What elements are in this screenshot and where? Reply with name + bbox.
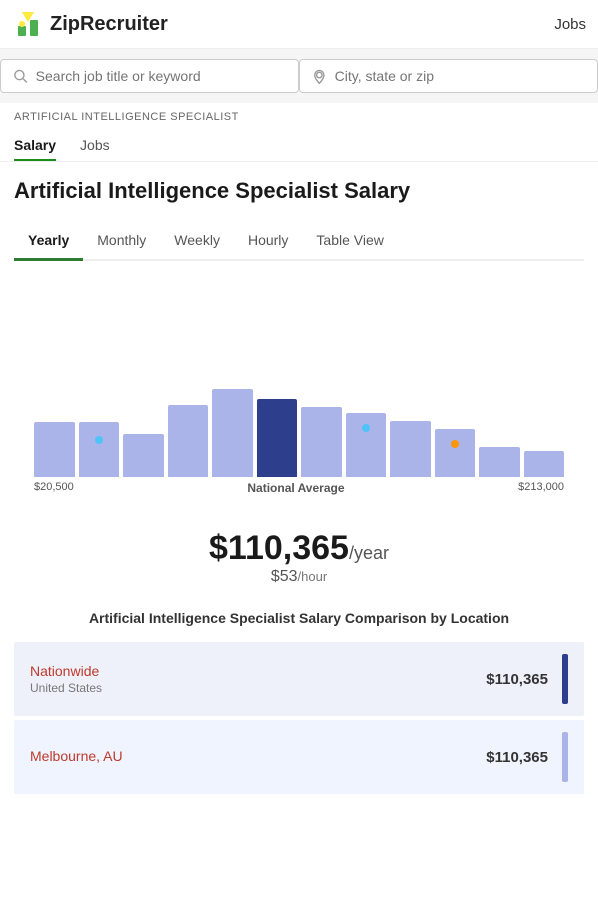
logo-text: ZipRecruiter [50, 13, 168, 36]
header: ZipRecruiter Jobs [0, 0, 598, 49]
bar-10 [435, 429, 476, 477]
tab-weekly[interactable]: Weekly [160, 224, 234, 259]
tab-hourly[interactable]: Hourly [234, 224, 302, 259]
page-title: Artificial Intelligence Specialist Salar… [14, 178, 584, 204]
job-search-container [0, 59, 299, 93]
location-info-2: Melbourne, AU [30, 748, 123, 766]
location-name-2: Melbourne, AU [30, 748, 123, 764]
bar-3 [123, 434, 164, 477]
bar-7 [301, 407, 342, 477]
bar-2 [79, 422, 120, 477]
logo: ZipRecruiter [12, 8, 168, 40]
comparison-title: Artificial Intelligence Specialist Salar… [14, 610, 584, 626]
salary-sub: $53/hour [14, 568, 584, 586]
location-search-input[interactable] [335, 68, 585, 84]
comparison-salary: $110,365 [486, 671, 548, 688]
salary-display: $110,365/year $53/hour [14, 529, 584, 586]
page-tabs: Salary Jobs [0, 131, 598, 162]
tab-monthly[interactable]: Monthly [83, 224, 160, 259]
period-tabs: Yearly Monthly Weekly Hourly Table View [14, 224, 584, 261]
comparison-salary-2: $110,365 [486, 749, 548, 766]
bar-6-highlight [257, 399, 298, 477]
jobs-link[interactable]: Jobs [554, 16, 586, 33]
tab-salary[interactable]: Salary [14, 131, 56, 161]
comparison-row-melbourne: Melbourne, AU $110,365 [14, 720, 584, 794]
salary-main: $110,365/year [14, 529, 584, 568]
breadcrumb: ARTIFICIAL INTELLIGENCE SPECIALIST [0, 103, 598, 131]
location-sub: United States [30, 681, 102, 695]
bar-1 [34, 422, 75, 477]
bar-12 [524, 451, 565, 477]
location-icon [312, 68, 327, 84]
main-content: Artificial Intelligence Specialist Salar… [0, 162, 598, 812]
chart-bars [24, 277, 574, 477]
tab-table-view[interactable]: Table View [302, 224, 397, 259]
bar-11 [479, 447, 520, 477]
search-bar [0, 49, 598, 103]
chart-national-label: National Average [247, 481, 344, 495]
chart-min-label: $20,500 [34, 481, 74, 495]
bar-4 [168, 405, 209, 477]
location-name: Nationwide [30, 663, 102, 679]
salary-chart: $20,500 National Average $213,000 [24, 277, 574, 517]
logo-icon [12, 8, 44, 40]
tab-yearly[interactable]: Yearly [14, 224, 83, 261]
location-search-container [299, 59, 598, 93]
chart-labels: $20,500 National Average $213,000 [24, 477, 574, 495]
bar-8 [346, 413, 387, 477]
chart-max-label: $213,000 [518, 481, 564, 495]
job-search-input[interactable] [36, 68, 286, 84]
comparison-bar-light [562, 732, 568, 782]
comparison-row-nationwide: Nationwide United States $110,365 [14, 642, 584, 716]
bar-5 [212, 389, 253, 477]
bar-9 [390, 421, 431, 477]
comparison-bar-dark [562, 654, 568, 704]
tab-jobs[interactable]: Jobs [80, 131, 110, 161]
search-icon [13, 68, 28, 84]
comparison-section: Artificial Intelligence Specialist Salar… [14, 610, 584, 794]
location-info: Nationwide United States [30, 663, 102, 695]
